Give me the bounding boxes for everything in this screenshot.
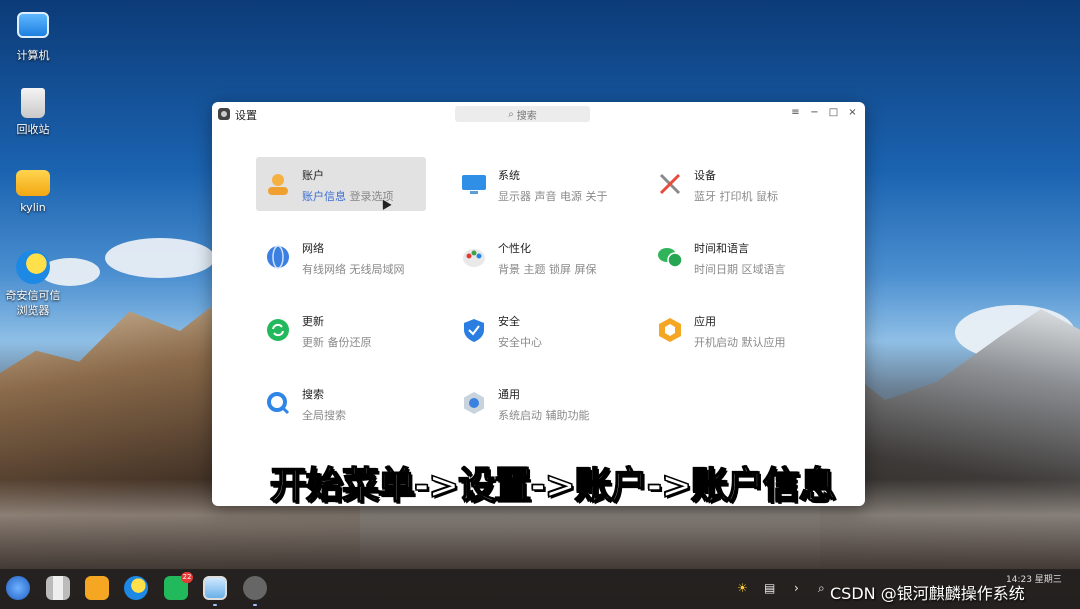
settings-item-search[interactable]: 搜索 全局搜索: [256, 376, 426, 430]
refresh-icon: [265, 317, 291, 343]
settings-item-sub: 显示器 声音 电源 关于: [498, 190, 608, 203]
hexagon-icon: [657, 317, 683, 343]
search-icon: ⌕: [508, 108, 514, 120]
settings-item-update[interactable]: 更新 更新 备份还原: [256, 303, 426, 357]
tools-icon: [657, 171, 683, 197]
settings-item-network[interactable]: 网络 有线网络 无线局域网: [256, 230, 426, 284]
general-gear-icon: [461, 390, 487, 416]
start-menu-icon[interactable]: [6, 576, 30, 600]
watermark: CSDN @银河麒麟操作系统: [830, 584, 1025, 603]
monitor-icon: [17, 12, 49, 38]
settings-item-apps[interactable]: 应用 开机启动 默认应用: [648, 303, 818, 357]
magnifier-icon: [265, 390, 291, 416]
maximize-button[interactable]: □: [827, 106, 840, 120]
settings-item-name: 安全: [498, 315, 520, 328]
settings-item-name: 应用: [694, 315, 716, 328]
desktop-icon-recycle-bin[interactable]: 回收站: [0, 88, 66, 137]
shield-icon: [461, 317, 487, 343]
settings-item-sub: 有线网络 无线局域网: [302, 263, 405, 276]
trash-icon: [21, 88, 45, 118]
settings-item-sub: 更新 备份还原: [302, 336, 372, 349]
globe-icon: [265, 244, 291, 270]
user-icon: [265, 171, 291, 197]
settings-item-sub: 开机启动 默认应用: [694, 336, 786, 349]
settings-item-sub: 背景 主题 锁屏 屏保: [498, 263, 597, 276]
browser-taskbar-icon[interactable]: [124, 576, 148, 600]
palette-icon: [461, 244, 487, 270]
desktop-icon-browser[interactable]: 奇安信可信 浏览器: [0, 250, 66, 318]
brightness-icon[interactable]: ☀: [737, 581, 748, 595]
settings-window: 设置 ⌕ 搜索 ≡ − □ × 账户 账户信息 登录选项 系统 显示器 声音 电: [212, 102, 865, 506]
settings-app-icon: [218, 108, 230, 120]
search-input[interactable]: ⌕ 搜索: [455, 106, 590, 122]
settings-item-name: 搜索: [302, 388, 324, 401]
title-bar: 设置 ⌕ 搜索 ≡ − □ ×: [212, 102, 865, 126]
notification-badge: 22: [181, 572, 193, 583]
settings-item-account[interactable]: 账户 账户信息 登录选项: [256, 157, 426, 211]
display-icon: [461, 171, 487, 197]
running-indicator: [253, 604, 257, 606]
multitask-view-icon[interactable]: [46, 576, 70, 600]
desktop-icon-kylin-folder[interactable]: kylin: [0, 170, 66, 215]
chevron-right-icon[interactable]: ›: [794, 581, 799, 595]
settings-item-name: 系统: [498, 169, 520, 182]
settings-taskbar-icon[interactable]: [243, 576, 267, 600]
settings-item-sub: 全局搜索: [302, 409, 346, 422]
settings-item-sub: 系统启动 辅助功能: [498, 409, 590, 422]
tutorial-caption: 开始菜单->设置->账户->账户信息: [269, 463, 837, 508]
file-manager-icon[interactable]: [85, 576, 109, 600]
chat-clock-icon: [657, 244, 683, 270]
settings-item-personalization[interactable]: 个性化 背景 主题 锁屏 屏保: [452, 230, 622, 284]
settings-item-time-language[interactable]: 时间和语言 时间日期 区域语言: [648, 230, 818, 284]
settings-item-name: 更新: [302, 315, 324, 328]
settings-item-system[interactable]: 系统 显示器 声音 电源 关于: [452, 157, 622, 211]
image-viewer-icon[interactable]: [203, 576, 227, 600]
account-info-link[interactable]: 账户信息: [302, 190, 346, 203]
settings-item-devices[interactable]: 设备 蓝牙 打印机 鼠标: [648, 157, 818, 211]
folder-icon: [16, 170, 50, 196]
search-tray-icon[interactable]: ⌕: [818, 581, 825, 596]
clipboard-icon[interactable]: ▤: [764, 581, 775, 595]
settings-item-sub: 蓝牙 打印机 鼠标: [694, 190, 778, 203]
search-placeholder: 搜索: [516, 110, 537, 122]
close-button[interactable]: ×: [846, 106, 859, 120]
settings-item-name: 时间和语言: [694, 242, 749, 255]
settings-item-sub: 安全中心: [498, 336, 542, 349]
settings-item-name: 账户: [302, 169, 324, 182]
browser-icon: [16, 250, 50, 284]
settings-item-name: 通用: [498, 388, 520, 401]
running-indicator: [213, 604, 217, 606]
settings-item-sub: 时间日期 区域语言: [694, 263, 786, 276]
cloud: [105, 238, 215, 278]
menu-icon[interactable]: ≡: [789, 106, 802, 120]
settings-item-name: 个性化: [498, 242, 531, 255]
settings-item-name: 设备: [694, 169, 716, 182]
settings-item-name: 网络: [302, 242, 324, 255]
settings-item-security[interactable]: 安全 安全中心: [452, 303, 622, 357]
desktop-icon-computer[interactable]: 计算机: [0, 8, 66, 63]
window-title: 设置: [235, 109, 257, 122]
minimize-button[interactable]: −: [808, 106, 821, 120]
settings-item-general[interactable]: 通用 系统启动 辅助功能: [452, 376, 622, 430]
